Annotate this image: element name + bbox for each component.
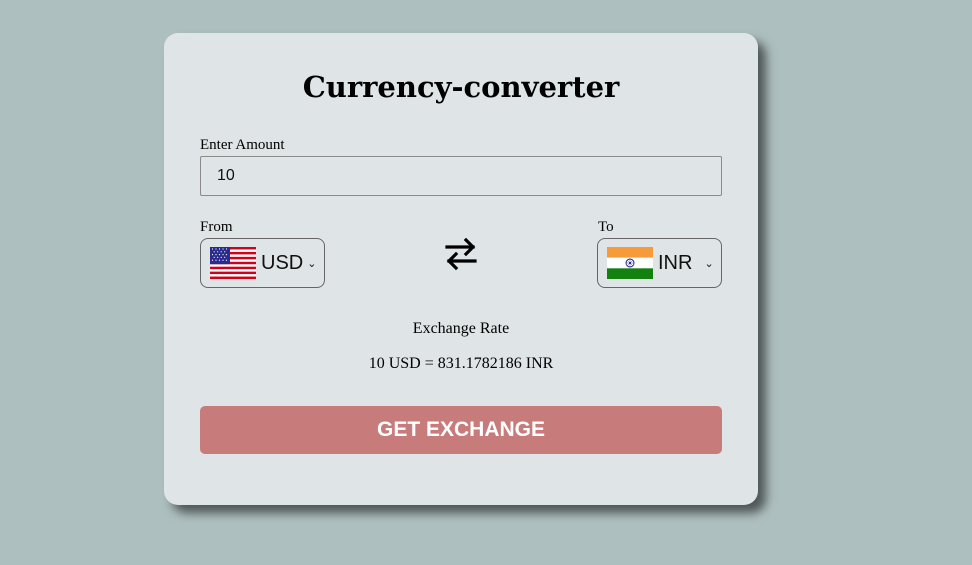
- amount-label: Enter Amount: [200, 137, 285, 153]
- swap-arrows-icon[interactable]: [443, 235, 479, 271]
- amount-input[interactable]: [200, 156, 722, 196]
- get-exchange-button[interactable]: GET EXCHANGE: [200, 406, 722, 454]
- page-title: Currency-converter: [302, 70, 620, 104]
- from-currency-select[interactable]: USD ⌄: [200, 238, 325, 288]
- converter-card: Currency-converter Enter Amount From USD…: [164, 33, 758, 505]
- us-flag-icon: [210, 247, 256, 279]
- from-currency-code: USD: [261, 251, 304, 274]
- india-flag-icon: [607, 247, 653, 279]
- from-label: From: [200, 219, 233, 235]
- exchange-rate-result: 10 USD = 831.1782186 INR: [368, 355, 554, 372]
- to-currency-code: INR: [658, 251, 693, 274]
- chevron-down-icon: ⌄: [704, 256, 714, 270]
- exchange-rate-label: Exchange Rate: [412, 320, 510, 337]
- chevron-down-icon: ⌄: [307, 256, 317, 270]
- to-label: To: [598, 219, 614, 235]
- to-currency-select[interactable]: INR ⌄: [597, 238, 722, 288]
